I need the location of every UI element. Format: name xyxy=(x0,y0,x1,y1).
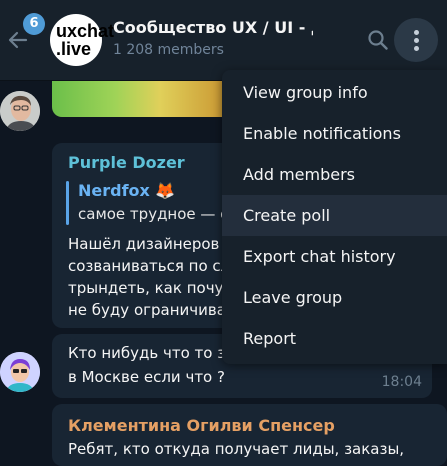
message-bubble[interactable]: Клементина Огилви Спенсер Ребят, кто отк… xyxy=(52,404,447,466)
menu-item-view-group-info[interactable]: View group info xyxy=(222,72,447,113)
reply-quote-bar xyxy=(66,181,69,225)
unread-count-badge: 6 xyxy=(23,13,45,35)
reply-sender[interactable]: Nerdfox 🦊 xyxy=(78,181,175,200)
members-count: 1 208 members xyxy=(113,42,224,58)
chat-options-menu: View group info Enable notifications Add… xyxy=(222,70,447,364)
more-menu-button[interactable] xyxy=(394,18,438,62)
user-avatar[interactable] xyxy=(0,352,40,392)
avatar-text-line1: uxchat xyxy=(56,21,115,41)
message-text-line: Кто нибудь что то зн xyxy=(68,344,236,362)
message-text-line: созваниваться по сл xyxy=(68,257,231,275)
message-text-line: трындеть, как почуве xyxy=(68,279,242,297)
menu-item-export-chat-history[interactable]: Export chat history xyxy=(222,236,447,277)
search-icon[interactable] xyxy=(366,28,390,52)
message-text-line: в Москве если что ? xyxy=(68,368,225,386)
menu-item-report[interactable]: Report xyxy=(222,318,447,359)
message-text-line: Ребят, кто откуда получает лиды, заказы, xyxy=(68,440,405,458)
user-avatar[interactable] xyxy=(0,91,40,131)
message-time: 18:04 xyxy=(381,374,422,390)
menu-item-enable-notifications[interactable]: Enable notifications xyxy=(222,113,447,154)
chat-header: 6 uxchat .live Сообщество UX / UI - д...… xyxy=(0,0,447,81)
group-title[interactable]: Сообщество UX / UI - д... xyxy=(113,18,313,37)
menu-item-leave-group[interactable]: Leave group xyxy=(222,277,447,318)
media-preview[interactable] xyxy=(52,81,232,117)
message-sender[interactable]: Клементина Огилви Спенсер xyxy=(68,416,335,435)
reply-text[interactable]: самое трудное — с xyxy=(78,205,228,223)
message-text-line: не буду ограничива xyxy=(68,301,226,319)
message-text-line: Нашёл дизайнеров xyxy=(68,235,220,253)
group-avatar[interactable]: uxchat .live xyxy=(50,14,115,66)
message-sender[interactable]: Purple Dozer xyxy=(68,153,185,172)
menu-item-create-poll[interactable]: Create poll xyxy=(222,195,447,236)
avatar-text-line2: .live xyxy=(56,39,92,59)
menu-item-add-members[interactable]: Add members xyxy=(222,154,447,195)
